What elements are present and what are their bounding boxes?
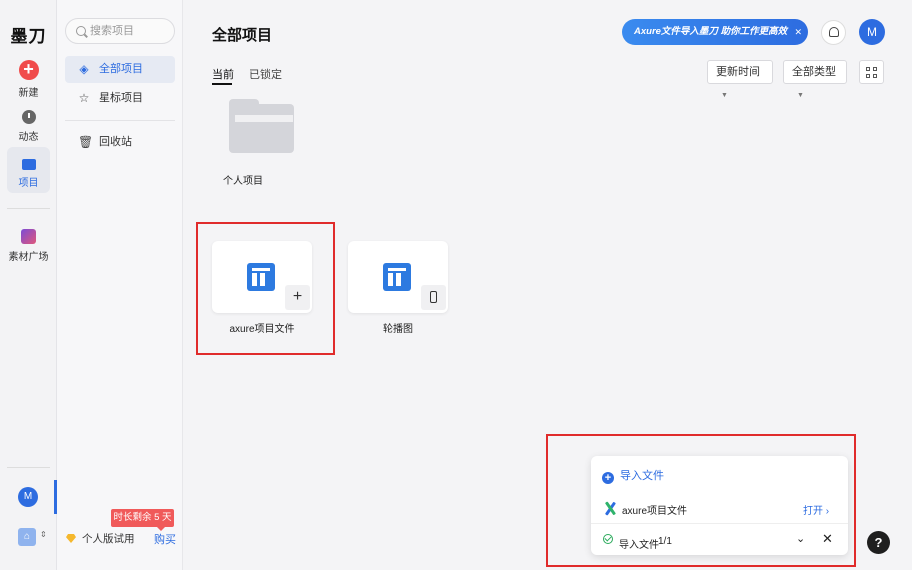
bell-icon <box>829 27 839 37</box>
type-dropdown-label: 全部类型 <box>792 66 836 78</box>
promo-banner-text: Axure文件导入墨刀 助你工作更高效 <box>634 26 788 37</box>
help-button[interactable]: ? <box>867 531 890 554</box>
caret-down-icon: ▼ <box>797 92 804 99</box>
search-input[interactable] <box>90 23 170 39</box>
rail-avatar[interactable]: M <box>18 487 38 507</box>
caret-down-icon: ▼ <box>721 92 728 99</box>
sidebar-divider <box>65 120 175 121</box>
sidebar-item-all-projects[interactable]: ◈ 全部项目 <box>65 56 175 83</box>
plan-info: 个人版试用 <box>66 531 135 546</box>
rail-materials-button[interactable]: 素材广场 <box>0 229 57 263</box>
search-box[interactable] <box>65 18 175 44</box>
phone-icon <box>421 285 446 310</box>
team-icon[interactable]: ⌂ <box>18 528 36 546</box>
sidebar-item-trash[interactable]: 🗑 回收站 <box>65 129 175 156</box>
folder-label: 个人项目 <box>223 176 263 187</box>
highlight-box <box>546 434 856 567</box>
plan-label: 个人版试用 <box>82 533 135 545</box>
grid-view-button[interactable] <box>859 60 884 84</box>
highlight-box <box>196 222 335 355</box>
project-icon <box>383 263 411 291</box>
rail-activity-label: 动态 <box>18 132 39 143</box>
rail-projects-label: 项目 <box>18 178 39 189</box>
project-label: 轮播图 <box>383 324 413 335</box>
diamond-icon <box>66 534 76 543</box>
type-dropdown[interactable]: 全部类型 ▼ <box>783 60 847 99</box>
page-title: 全部项目 <box>212 27 273 44</box>
app-logo[interactable]: 墨刀 <box>0 22 57 47</box>
rail-divider <box>7 208 50 209</box>
sidebar-item-starred[interactable]: ☆ 星标项目 <box>65 85 175 112</box>
sidebar-item-label: 全部项目 <box>99 63 143 75</box>
personal-folder[interactable] <box>229 99 294 153</box>
user-avatar[interactable]: M <box>859 19 885 45</box>
rail-divider-bottom <box>7 467 50 468</box>
rail-new-button[interactable]: + 新建 <box>0 60 57 99</box>
sort-dropdown-label: 更新时间 <box>716 66 760 78</box>
buy-link[interactable]: 购买 <box>154 531 176 547</box>
promo-banner[interactable]: Axure文件导入墨刀 助你工作更高效 ✕ <box>622 19 808 45</box>
sort-dropdown[interactable]: 更新时间 ▼ <box>707 60 773 99</box>
trial-remaining-badge: 时长剩余 5 天 <box>111 509 174 531</box>
folder-icon <box>21 159 36 170</box>
folder-icon <box>235 115 293 122</box>
rail-materials-label: 素材广场 <box>8 252 49 263</box>
clock-icon <box>21 110 36 124</box>
rail-new-label: 新建 <box>18 88 39 99</box>
rail-activity-button[interactable]: 动态 <box>0 110 57 143</box>
materials-icon <box>21 229 36 244</box>
team-switch-caret-icon[interactable]: ⇕ <box>40 530 47 539</box>
project-card-carousel[interactable] <box>348 241 448 313</box>
sidebar-item-label: 回收站 <box>99 136 132 148</box>
tab-locked[interactable]: 已锁定 <box>249 66 282 82</box>
rail-projects-button[interactable]: 项目 <box>7 147 50 193</box>
banner-close-icon[interactable]: ✕ <box>794 19 802 45</box>
project-sidebar: ◈ 全部项目 ☆ 星标项目 🗑 回收站 时长剩余 5 天 个人版试用 购买 <box>57 0 183 570</box>
notification-button[interactable] <box>821 20 846 45</box>
left-rail: 墨刀 + 新建 动态 项目 素材广场 M ⌂ ⇕ <box>0 0 57 570</box>
plus-icon: + <box>18 60 39 80</box>
search-icon <box>76 26 86 36</box>
tab-current[interactable]: 当前 <box>212 66 234 85</box>
trash-icon: 🗑 <box>78 135 94 149</box>
sidebar-item-label: 星标项目 <box>99 92 143 104</box>
main-content: 全部项目 Axure文件导入墨刀 助你工作更高效 ✕ M 当前 已锁定 更新时间… <box>183 0 912 570</box>
star-icon: ☆ <box>78 91 90 105</box>
layers-icon: ◈ <box>79 62 89 76</box>
